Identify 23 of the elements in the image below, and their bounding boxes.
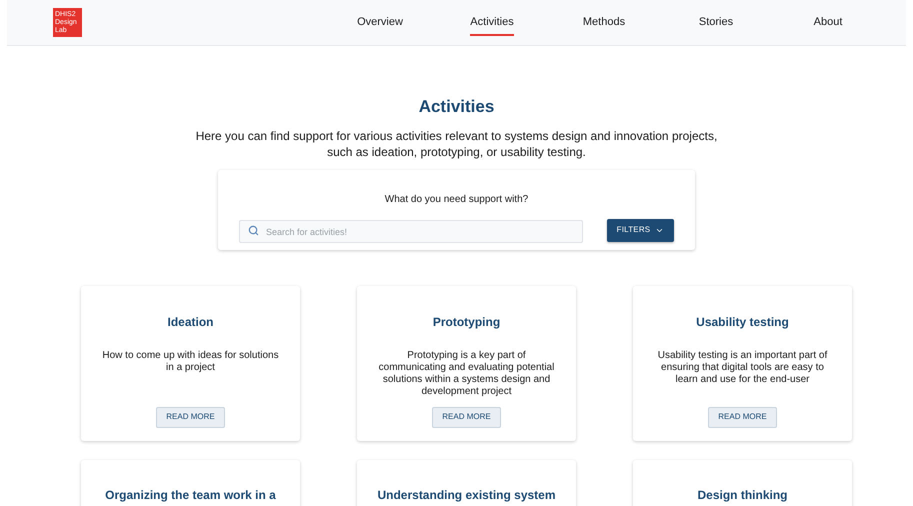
card-title: Prototyping xyxy=(432,314,500,330)
read-more-button[interactable]: READ MORE xyxy=(156,406,225,428)
page-title: Activities xyxy=(418,96,496,118)
read-more-button[interactable]: READ MORE xyxy=(708,406,777,428)
nav-link[interactable]: Overview xyxy=(324,9,436,36)
nav-link[interactable]: Stories xyxy=(660,9,772,36)
card-title: Ideation xyxy=(167,314,214,330)
card-title: Usability testing xyxy=(696,314,789,330)
nav-link[interactable]: Methods xyxy=(548,9,660,36)
filters-button[interactable]: FILTERS xyxy=(607,218,674,242)
search-field[interactable]: Search for activities! xyxy=(239,220,583,243)
card-title: Design thinking xyxy=(698,486,788,504)
nav-link[interactable]: About xyxy=(772,9,884,36)
read-more-button[interactable]: READ MORE xyxy=(432,406,501,428)
card-title: Understanding existing system xyxy=(377,486,556,504)
card-description: Prototyping is a key part of communicating and evaluating potential solutions within a systems design and development project xyxy=(378,350,556,398)
nav-link[interactable]: Activities xyxy=(436,8,548,36)
card-description: Usability testing is an important part of ensuring that digital tools are easy to learn and use for the end-user xyxy=(656,350,828,386)
card-description: How to come up with ideas for solutions in a project xyxy=(101,350,280,374)
search-icon xyxy=(248,224,259,236)
intro-text: Here you can find support for various activities relevant to systems design and innovation projects, such as ideation, prototyping, or usability testing. xyxy=(194,128,718,160)
card-title: Organizing the team work in a xyxy=(105,486,276,504)
search-prompt: What do you need support with? xyxy=(384,192,528,206)
